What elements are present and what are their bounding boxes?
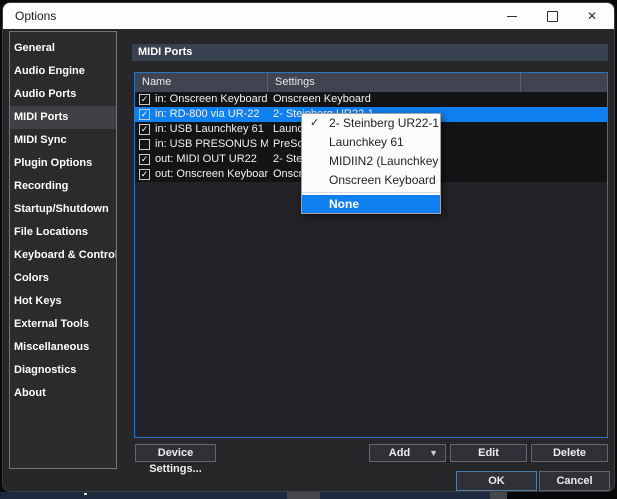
port-enabled-checkbox[interactable]: ✓ (139, 169, 150, 180)
add-button[interactable]: Add ▼ (369, 444, 446, 462)
add-button-label: Add (388, 447, 411, 459)
port-name: out: Onscreen Keyboard (155, 168, 268, 180)
sidebar-item-colors[interactable]: Colors (10, 267, 116, 290)
port-name: out: MIDI OUT UR22 (155, 153, 257, 165)
maximize-icon (546, 10, 558, 22)
settings-dropdown-menu: ✓ 2- Steinberg UR22-1 Launchkey 61 MIDII… (301, 113, 441, 214)
category-sidebar: General Audio Engine Audio Ports MIDI Ports… (9, 31, 117, 469)
sidebar-item-plugin-options[interactable]: Plugin Options (10, 152, 116, 175)
port-name: in: USB PRESONUS MIDI... (155, 138, 268, 150)
background-app-segment (490, 492, 507, 499)
window-controls: ✕ (492, 3, 612, 29)
menu-item-midiin2-launchkey-61[interactable]: MIDIIN2 (Launchkey 61) (302, 152, 440, 171)
chevron-down-icon: ▼ (429, 448, 438, 458)
port-name: in: Onscreen Keyboard (155, 93, 268, 105)
port-name: in: RD-800 via UR-22 (155, 108, 260, 120)
port-enabled-checkbox[interactable] (139, 139, 150, 150)
port-enabled-checkbox[interactable]: ✓ (139, 124, 150, 135)
device-settings-button[interactable]: Device Settings... (135, 444, 216, 475)
sidebar-item-hot-keys[interactable]: Hot Keys (10, 290, 116, 313)
background-app-segment (287, 492, 320, 499)
sidebar-item-file-locations[interactable]: File Locations (10, 221, 116, 244)
edit-button[interactable]: Edit (450, 444, 527, 462)
screen: Options ✕ General Audio Engine Audio Ports… (0, 0, 617, 499)
delete-button[interactable]: Delete (531, 444, 608, 462)
menu-item-2-steinberg-ur22-1[interactable]: ✓ 2- Steinberg UR22-1 (302, 114, 440, 133)
sidebar-item-external-tools[interactable]: External Tools (10, 313, 116, 336)
window-title: Options (15, 9, 57, 23)
sidebar-item-keyboard-controls[interactable]: Keyboard & Controls (10, 244, 116, 267)
port-name: in: USB Launchkey 61 (155, 123, 264, 135)
background-app-strip (0, 492, 617, 499)
column-header-empty[interactable] (521, 73, 607, 92)
table-header-row[interactable]: Name Settings (135, 73, 607, 92)
minimize-button[interactable] (492, 3, 532, 29)
ok-button[interactable]: OK (456, 471, 537, 491)
sidebar-item-miscellaneous[interactable]: Miscellaneous (10, 336, 116, 359)
close-icon: ✕ (586, 9, 598, 23)
port-enabled-checkbox[interactable]: ✓ (139, 94, 150, 105)
section-header: MIDI Ports (132, 44, 608, 61)
sidebar-item-midi-ports[interactable]: MIDI Ports (10, 106, 116, 129)
background-dot (84, 493, 87, 495)
sidebar-item-about[interactable]: About (10, 382, 116, 405)
sidebar-item-recording[interactable]: Recording (10, 175, 116, 198)
menu-item-onscreen-keyboard[interactable]: Onscreen Keyboard (302, 171, 440, 190)
column-header-settings[interactable]: Settings (268, 73, 521, 92)
sidebar-item-startup-shutdown[interactable]: Startup/Shutdown (10, 198, 116, 221)
port-enabled-checkbox[interactable]: ✓ (139, 154, 150, 165)
cancel-button[interactable]: Cancel (539, 471, 610, 491)
background-app-bar (0, 492, 490, 499)
menu-item-launchkey-61[interactable]: Launchkey 61 (302, 133, 440, 152)
column-header-name[interactable]: Name (135, 73, 268, 92)
menu-separator (302, 192, 440, 193)
close-button[interactable]: ✕ (572, 3, 612, 29)
sidebar-item-general[interactable]: General (10, 37, 116, 60)
sidebar-item-audio-ports[interactable]: Audio Ports (10, 83, 116, 106)
sidebar-item-midi-sync[interactable]: MIDI Sync (10, 129, 116, 152)
maximize-button[interactable] (532, 3, 572, 29)
minimize-icon (507, 15, 517, 17)
port-settings: Onscreen Keyboard (273, 93, 371, 105)
menu-item-none[interactable]: None (302, 195, 440, 213)
table-row[interactable]: ✓ in: Onscreen Keyboard Onscreen Keyboar… (135, 92, 607, 107)
sidebar-item-audio-engine[interactable]: Audio Engine (10, 60, 116, 83)
titlebar[interactable]: Options ✕ (3, 3, 614, 29)
port-enabled-checkbox[interactable]: ✓ (139, 109, 150, 120)
sidebar-item-diagnostics[interactable]: Diagnostics (10, 359, 116, 382)
check-icon: ✓ (310, 117, 320, 129)
options-dialog: Options ✕ General Audio Engine Audio Ports… (2, 2, 615, 492)
